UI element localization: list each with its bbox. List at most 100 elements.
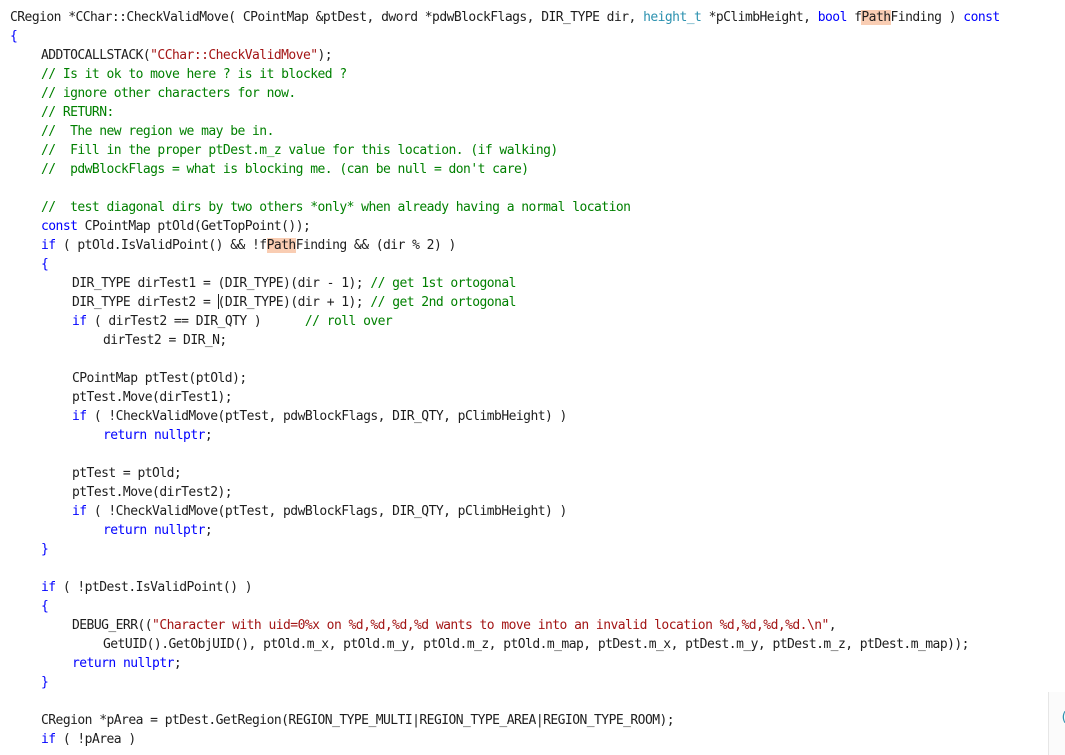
code-token: bool: [817, 10, 848, 25]
code-token: f: [846, 10, 862, 25]
code-line[interactable]: {: [41, 255, 49, 274]
code-token: ( !CheckValidMove(ptTest, pdwBlockFlags,…: [86, 409, 568, 424]
code-token: {: [41, 257, 49, 272]
code-token: ( !CheckValidMove(ptTest, pdwBlockFlags,…: [86, 504, 568, 519]
code-token: );: [317, 48, 333, 63]
code-line[interactable]: // test diagonal dirs by two others *onl…: [41, 198, 631, 217]
code-token: *pClimbHeight,: [701, 10, 818, 25]
code-line[interactable]: CRegion *CChar::CheckValidMove( CPointMa…: [10, 8, 1000, 27]
code-token: ;: [204, 428, 213, 443]
code-token: return: [103, 523, 147, 538]
code-token: ADDTOCALLSTACK(: [41, 48, 151, 63]
code-line[interactable]: return nullptr;: [103, 426, 213, 445]
code-line[interactable]: // Is it ok to move here ? is it blocked…: [41, 65, 347, 84]
code-token: // The new region we may be in.: [41, 124, 274, 139]
code-line[interactable]: ADDTOCALLSTACK("CChar::CheckValidMove");: [41, 46, 333, 65]
code-token: ( ptOld.IsValidPoint() && !f: [55, 238, 267, 253]
code-line[interactable]: // ignore other characters for now.: [41, 84, 296, 103]
code-token: // get 2nd ortogonal: [370, 295, 516, 310]
code-token: ptTest = ptOld;: [72, 466, 182, 481]
code-token: "Character with uid=0%x on %d,%d,%d,%d w…: [152, 618, 829, 633]
code-token: return: [72, 656, 116, 671]
code-token: }: [41, 675, 49, 690]
code-token: nullptr: [153, 428, 205, 443]
code-line[interactable]: }: [41, 540, 49, 559]
code-token: CPointMap ptTest(ptOld);: [72, 371, 247, 386]
code-token: if: [41, 238, 56, 253]
code-line[interactable]: DEBUG_ERR(("Character with uid=0%x on %d…: [72, 616, 837, 635]
code-token: CPointMap ptOld(GetTopPoint());: [77, 219, 311, 234]
code-token: }: [41, 542, 49, 557]
code-token: ;: [173, 656, 182, 671]
code-line[interactable]: if ( !CheckValidMove(ptTest, pdwBlockFla…: [72, 407, 567, 426]
code-token: ,: [828, 618, 837, 633]
code-line[interactable]: if ( dirTest2 == DIR_QTY ) // roll over: [72, 312, 393, 331]
code-line[interactable]: GetUID().GetObjUID(), ptOld.m_x, ptOld.m…: [103, 635, 969, 654]
code-line[interactable]: if ( !ptDest.IsValidPoint() ): [41, 578, 253, 597]
code-line[interactable]: ptTest = ptOld;: [72, 464, 182, 483]
code-token: ( !ptDest.IsValidPoint() ): [55, 580, 253, 595]
code-line[interactable]: }: [41, 673, 49, 692]
code-line[interactable]: {: [10, 27, 18, 46]
code-token: // ignore other characters for now.: [41, 86, 296, 101]
code-editor[interactable]: ( CRegion *CChar::CheckValidMove( CPoint…: [0, 0, 1065, 755]
code-line[interactable]: if ( ptOld.IsValidPoint() && !fPathFindi…: [41, 236, 456, 255]
code-token: // roll over: [304, 314, 393, 329]
code-token: GetUID().GetObjUID(), ptOld.m_x, ptOld.m…: [103, 637, 969, 652]
code-token: ( dirTest2 == DIR_QTY ): [86, 314, 305, 329]
code-token: if: [72, 504, 87, 519]
code-token: dirTest2 = DIR_N;: [103, 333, 227, 348]
code-token: const: [963, 10, 1000, 25]
code-token: if: [72, 409, 87, 424]
code-line[interactable]: // The new region we may be in.: [41, 122, 274, 141]
code-token: DIR_TYPE dirTest2 =: [72, 295, 218, 310]
code-token: if: [41, 580, 56, 595]
code-token: const: [41, 219, 78, 234]
code-token: // test diagonal dirs by two others *onl…: [41, 200, 631, 215]
code-line[interactable]: return nullptr;: [103, 521, 213, 540]
code-line[interactable]: DIR_TYPE dirTest1 = (DIR_TYPE)(dir - 1);…: [72, 274, 516, 293]
code-line[interactable]: // RETURN:: [41, 103, 114, 122]
search-highlight: Path: [266, 238, 296, 253]
code-token: ( !pArea ): [55, 732, 136, 747]
code-token: if: [41, 732, 56, 747]
code-token: DEBUG_ERR((: [72, 618, 153, 633]
code-token: DIR_TYPE dirTest1 = (DIR_TYPE)(dir - 1);: [72, 276, 371, 291]
side-panel-glyph: (: [1060, 708, 1065, 727]
code-token: ;: [204, 523, 213, 538]
code-line[interactable]: // pdwBlockFlags = what is blocking me. …: [41, 160, 529, 179]
code-line[interactable]: if ( !CheckValidMove(ptTest, pdwBlockFla…: [72, 502, 567, 521]
code-token: ptTest.Move(dirTest2);: [72, 485, 233, 500]
code-token: if: [72, 314, 87, 329]
code-token: {: [41, 599, 49, 614]
code-token: nullptr: [153, 523, 205, 538]
code-token: // Is it ok to move here ? is it blocked…: [41, 67, 347, 82]
code-line[interactable]: dirTest2 = DIR_N;: [103, 331, 227, 350]
code-token: (DIR_TYPE)(dir + 1);: [217, 295, 371, 310]
code-token: // get 1st ortogonal: [370, 276, 516, 291]
code-line[interactable]: ptTest.Move(dirTest2);: [72, 483, 233, 502]
code-token: CRegion *CChar::CheckValidMove( CPointMa…: [10, 10, 644, 25]
code-token: Finding && (dir % 2) ): [295, 238, 457, 253]
code-token: CRegion *pArea = ptDest.GetRegion(REGION…: [41, 713, 675, 728]
code-token: // Fill in the proper ptDest.m_z value f…: [41, 143, 558, 158]
code-line[interactable]: CPointMap ptTest(ptOld);: [72, 369, 247, 388]
code-line[interactable]: ptTest.Move(dirTest1);: [72, 388, 233, 407]
code-token: Finding ): [890, 10, 964, 25]
code-line[interactable]: CRegion *pArea = ptDest.GetRegion(REGION…: [41, 711, 675, 730]
code-line[interactable]: {: [41, 597, 49, 616]
code-line[interactable]: // Fill in the proper ptDest.m_z value f…: [41, 141, 558, 160]
code-line[interactable]: DIR_TYPE dirTest2 = (DIR_TYPE)(dir + 1);…: [72, 293, 516, 312]
code-token: height_t: [643, 10, 702, 25]
search-highlight: Path: [861, 10, 891, 25]
code-token: // RETURN:: [41, 105, 114, 120]
code-token: ptTest.Move(dirTest1);: [72, 390, 233, 405]
code-token: // pdwBlockFlags = what is blocking me. …: [41, 162, 529, 177]
code-line[interactable]: if ( !pArea ): [41, 730, 136, 749]
code-line[interactable]: const CPointMap ptOld(GetTopPoint());: [41, 217, 311, 236]
code-token: "CChar::CheckValidMove": [150, 48, 318, 63]
code-line[interactable]: return nullptr;: [72, 654, 182, 673]
